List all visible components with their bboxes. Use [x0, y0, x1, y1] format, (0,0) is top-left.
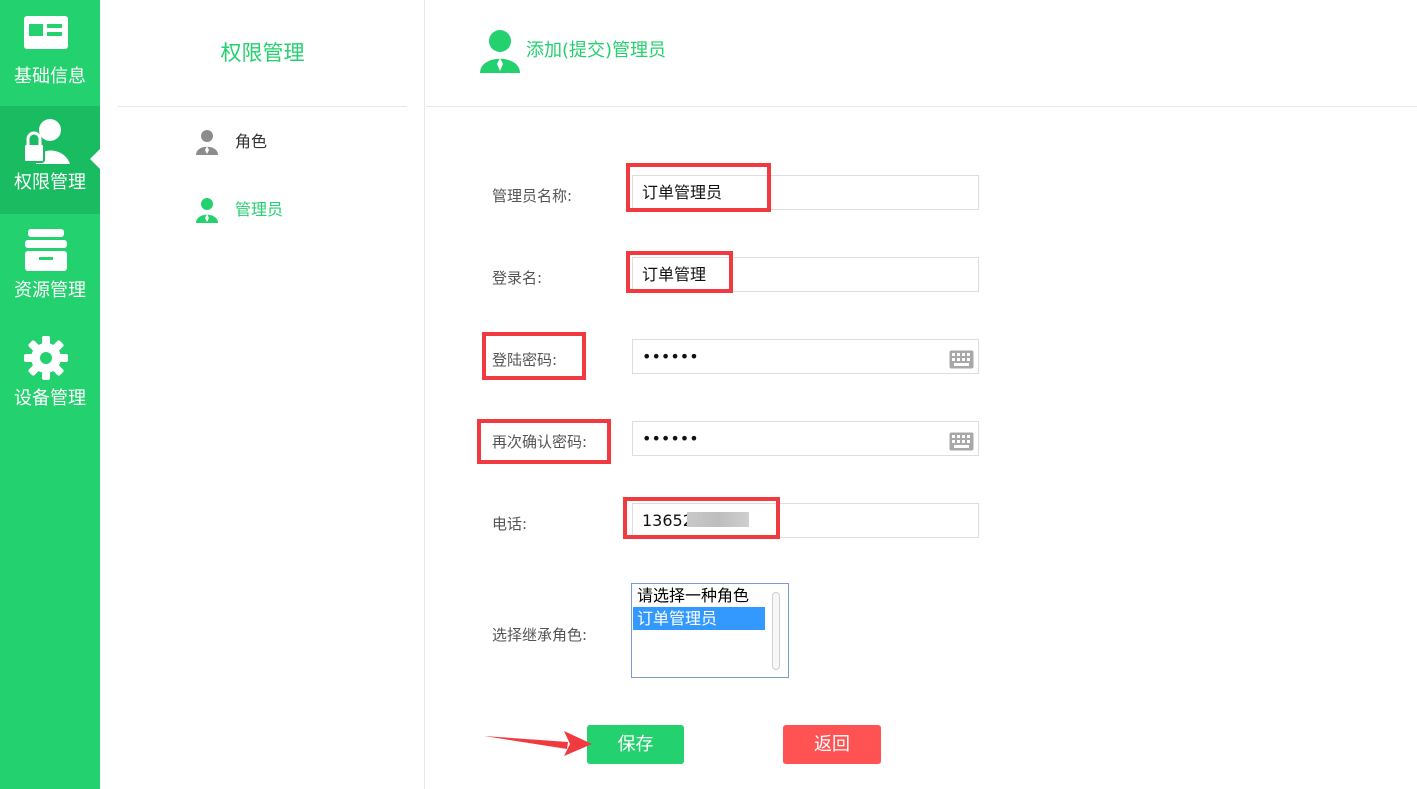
archive-box-icon — [22, 226, 70, 274]
admin-name-label: 管理员名称: — [492, 187, 573, 205]
subnav-panel: 权限管理 角色 管理员 — [100, 0, 425, 789]
confirm-password-input[interactable]: •••••• — [632, 421, 979, 456]
annotation-arrow-icon — [484, 727, 594, 757]
subnav-item-admin[interactable]: 管理员 — [192, 195, 372, 225]
role-listbox[interactable]: 请选择一种角色 订单管理员 — [631, 583, 789, 678]
password-label: 登陆密码: — [492, 351, 558, 369]
redacted-digits — [687, 512, 749, 527]
sidebar-item-label: 设备管理 — [14, 388, 86, 409]
sidebar-item-label: 基础信息 — [14, 66, 86, 87]
sidebar-item-label: 资源管理 — [14, 280, 86, 301]
gear-icon — [22, 334, 70, 382]
back-button[interactable]: 返回 — [783, 725, 881, 764]
subnav-title: 权限管理 — [220, 41, 305, 65]
divider — [118, 106, 407, 107]
user-gray-icon — [195, 129, 219, 155]
confirm-password-value: •••••• — [642, 429, 699, 448]
subnav-item-label: 角色 — [235, 132, 268, 151]
main-sidebar: 基础信息 权限管理 资源管理 设备管理 — [0, 0, 100, 789]
save-button[interactable]: 保存 — [587, 725, 684, 764]
admin-user-icon — [478, 29, 522, 73]
page-header: 添加(提交)管理员 — [426, 0, 1417, 107]
listbox-scrollbar[interactable] — [772, 592, 780, 670]
password-value: •••••• — [642, 347, 699, 366]
active-indicator — [90, 149, 100, 169]
keyboard-icon[interactable] — [949, 429, 974, 451]
password-input[interactable]: •••••• — [632, 339, 979, 374]
sidebar-item-permissions[interactable]: 权限管理 — [0, 106, 100, 214]
role-option-selected[interactable]: 订单管理员 — [633, 607, 765, 630]
page-title: 添加(提交)管理员 — [526, 40, 667, 61]
admin-name-input[interactable]: 订单管理员 — [632, 175, 979, 210]
id-card-icon — [22, 12, 70, 60]
phone-input[interactable]: 13652 — [632, 503, 979, 538]
login-name-input[interactable]: 订单管理 — [632, 257, 979, 292]
keyboard-icon[interactable] — [949, 347, 974, 369]
subnav-item-label: 管理员 — [235, 200, 284, 219]
confirm-password-label: 再次确认密码: — [492, 433, 588, 451]
phone-label: 电话: — [492, 515, 528, 533]
subnav-item-role[interactable]: 角色 — [192, 127, 372, 157]
user-green-icon — [195, 197, 219, 223]
role-select-label: 选择继承角色: — [492, 626, 588, 644]
sidebar-item-basic-info[interactable]: 基础信息 — [0, 0, 100, 108]
sidebar-item-devices[interactable]: 设备管理 — [0, 322, 100, 430]
user-lock-icon — [22, 118, 70, 166]
login-name-label: 登录名: — [492, 269, 543, 287]
role-option[interactable]: 请选择一种角色 — [633, 584, 765, 607]
sidebar-item-label: 权限管理 — [14, 172, 86, 193]
sidebar-item-resources[interactable]: 资源管理 — [0, 214, 100, 322]
